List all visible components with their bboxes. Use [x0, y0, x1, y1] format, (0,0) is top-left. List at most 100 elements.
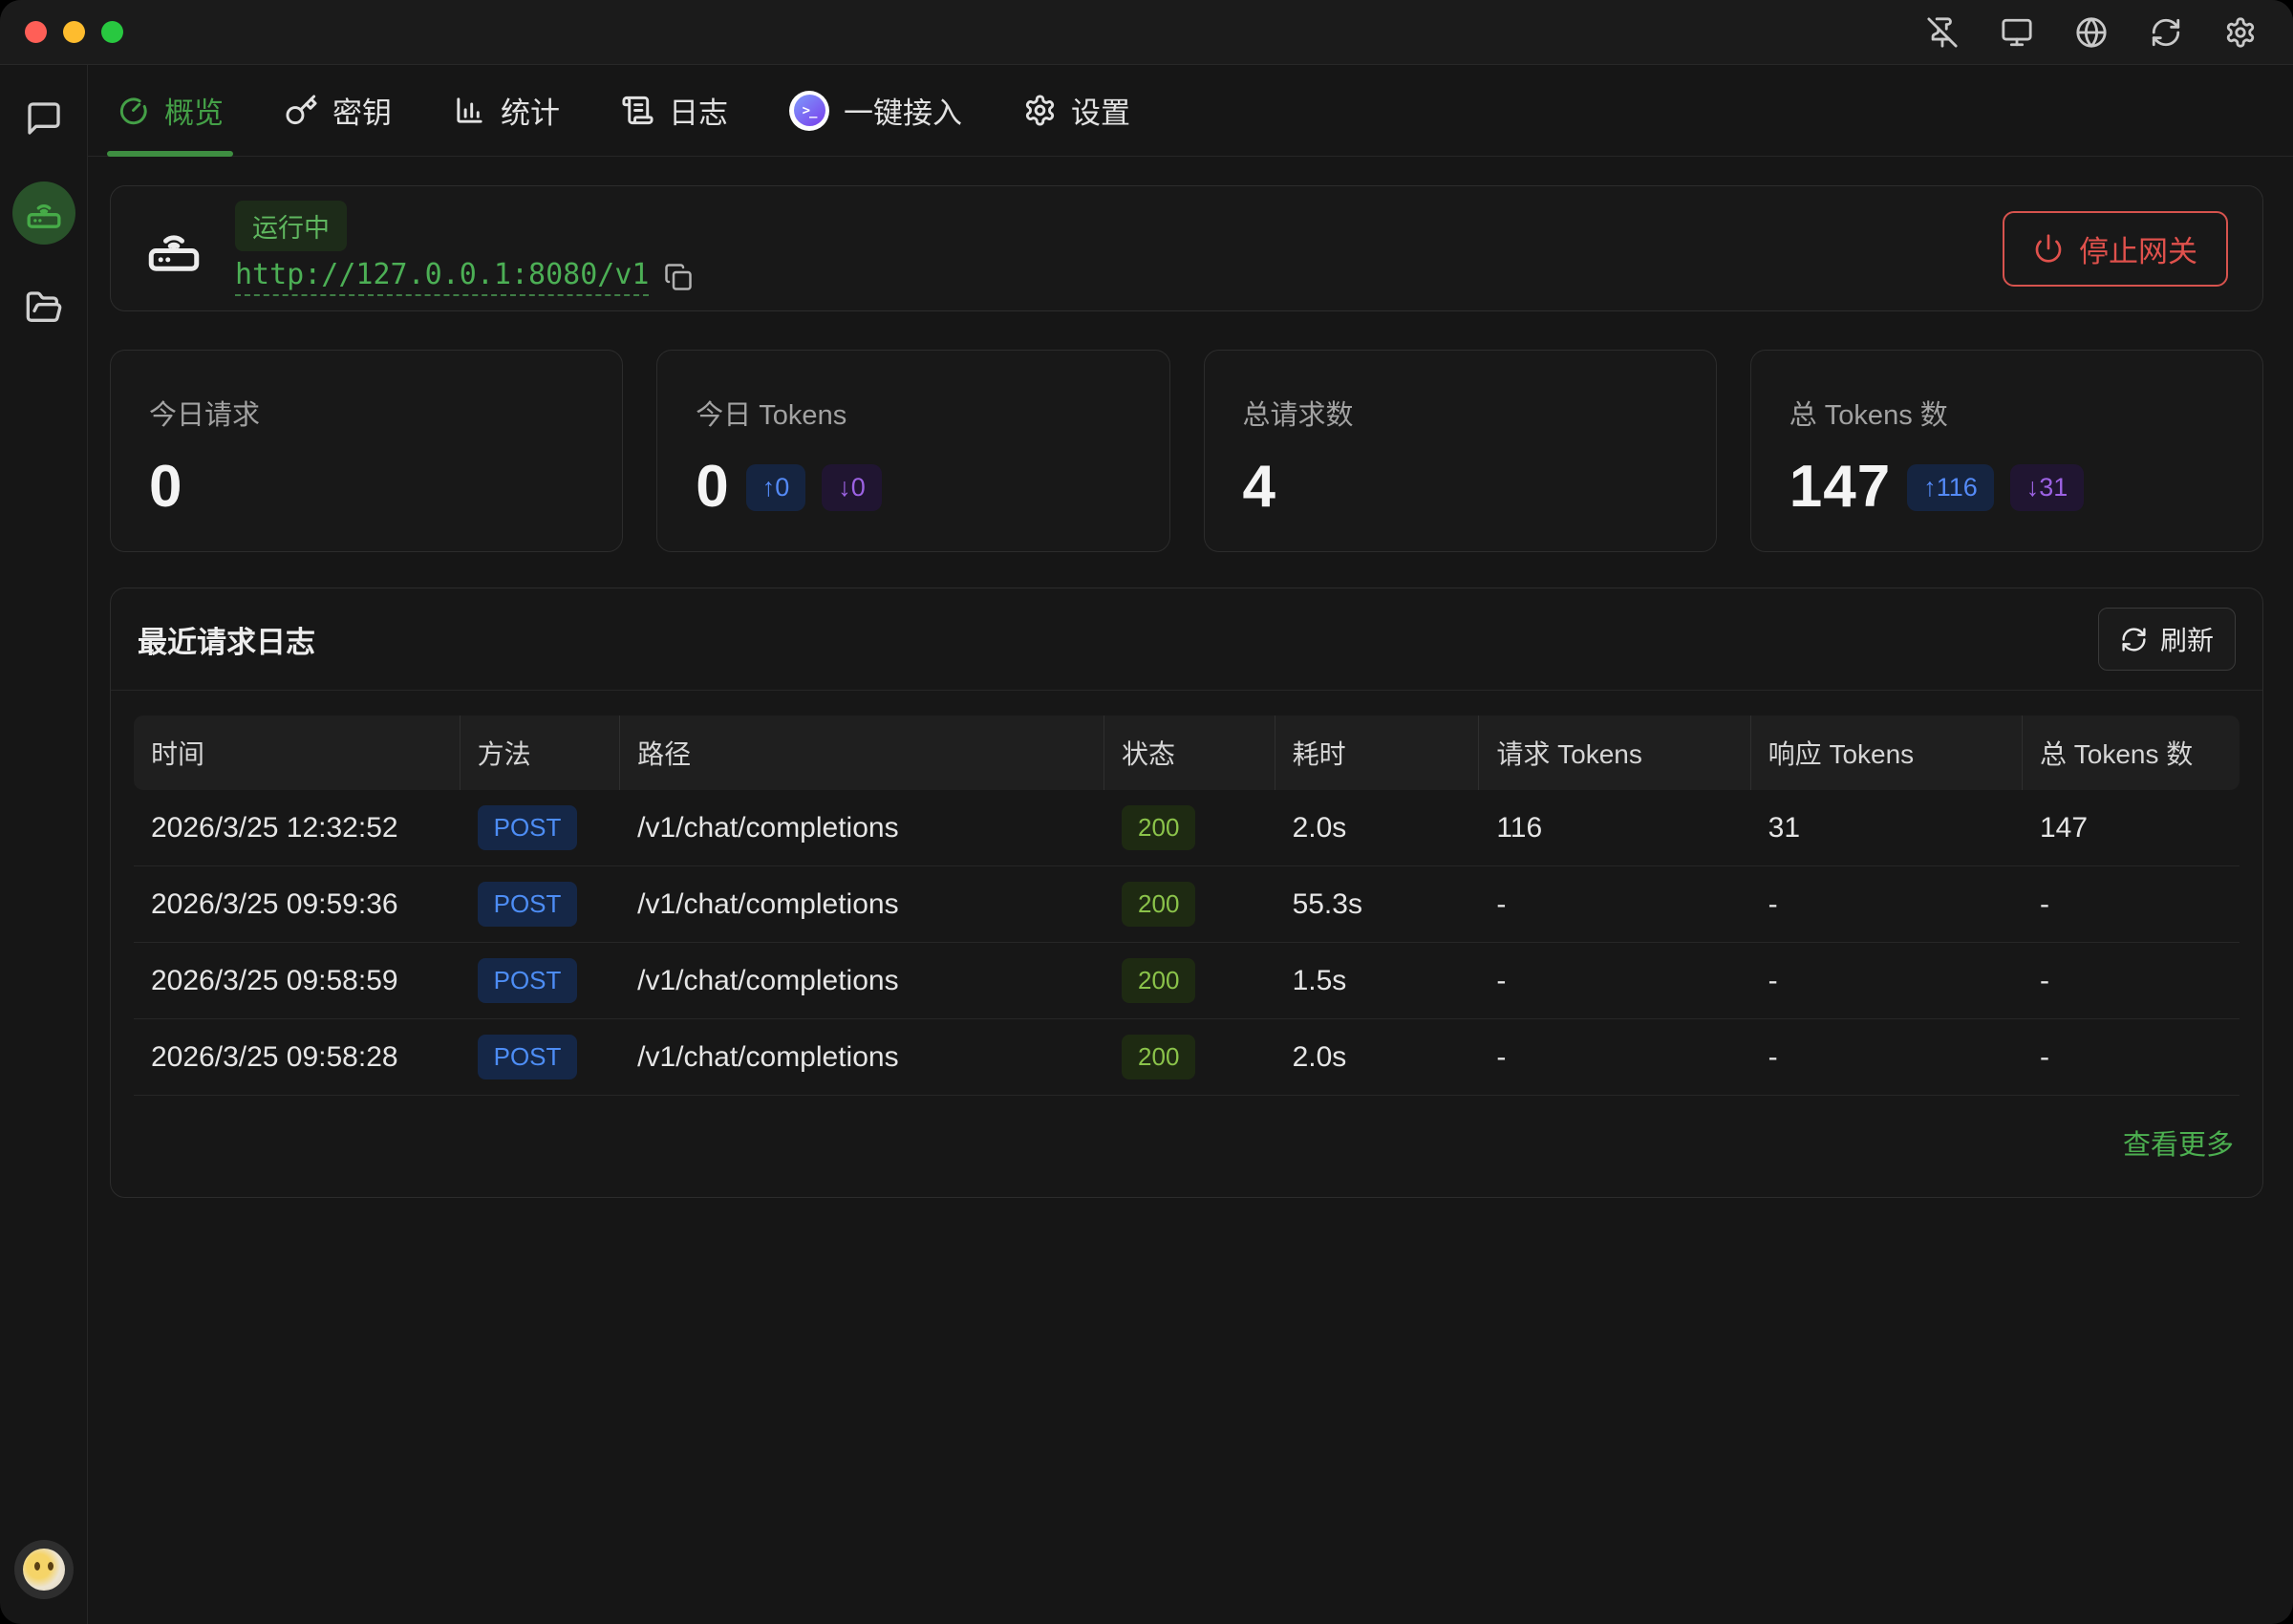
- settings-icon[interactable]: [2224, 16, 2257, 49]
- table-row[interactable]: 2026/3/25 09:59:36POST/v1/chat/completio…: [134, 866, 2239, 943]
- method-badge: POST: [478, 882, 578, 927]
- tab-一键接入[interactable]: >_ 一键接入: [780, 65, 972, 156]
- stat-label: 今日请求: [149, 393, 584, 433]
- cell-duration: 2.0s: [1275, 812, 1480, 844]
- gateway-url-link[interactable]: http://127.0.0.1:8080/v1: [235, 258, 649, 296]
- face-in-clouds-emoji-icon: [23, 1549, 65, 1591]
- page-content: 运行中 http://127.0.0.1:8080/v1 停止网关 今日: [88, 157, 2293, 1624]
- copy-url-icon[interactable]: [664, 263, 693, 291]
- cell-resp-tokens: -: [1751, 965, 2023, 997]
- recent-logs-panel: 最近请求日志 刷新 时间方法路径状态耗时请求 Tokens响应 Tokens总 …: [110, 588, 2263, 1198]
- tab-label: 日志: [669, 89, 728, 132]
- tokens-up-badge: ↑0: [746, 464, 806, 511]
- stat-label: 今日 Tokens: [696, 393, 1130, 433]
- stop-gateway-button[interactable]: 停止网关: [2003, 211, 2228, 287]
- cell-status: 200: [1104, 958, 1275, 1003]
- column-header: 状态: [1104, 716, 1275, 790]
- tokens-up-badge: ↑116: [1907, 464, 1994, 511]
- close-window-button[interactable]: [25, 21, 47, 43]
- view-more-link[interactable]: 查看更多: [2123, 1122, 2234, 1163]
- globe-icon[interactable]: [2075, 16, 2108, 49]
- cell-duration: 1.5s: [1275, 965, 1480, 997]
- method-badge: POST: [478, 805, 578, 850]
- cell-method: POST: [461, 882, 621, 927]
- stat-value: 4: [1243, 458, 1276, 517]
- titlebar: [0, 0, 2293, 65]
- router-icon: [145, 220, 203, 277]
- tokens-down-badge: ↓0: [822, 464, 882, 511]
- gauge-icon: [117, 94, 150, 127]
- column-header: 响应 Tokens: [1751, 716, 2023, 790]
- cell-req-tokens: 116: [1479, 812, 1750, 844]
- cell-method: POST: [461, 958, 621, 1003]
- cell-method: POST: [461, 805, 621, 850]
- cell-duration: 55.3s: [1275, 888, 1480, 921]
- cell-resp-tokens: 31: [1751, 812, 2023, 844]
- status-badge: 200: [1122, 1035, 1195, 1079]
- pin-off-icon[interactable]: [1926, 16, 1959, 49]
- cell-req-tokens: -: [1479, 965, 1750, 997]
- scroll-icon: [621, 94, 654, 127]
- logs-table: 时间方法路径状态耗时请求 Tokens响应 Tokens总 Tokens 数 2…: [111, 691, 2262, 1096]
- table-row[interactable]: 2026/3/25 09:58:28 POST/v1/chat/completio…: [134, 1019, 2239, 1096]
- folder-icon: [25, 288, 63, 327]
- logs-table-header: 时间方法路径状态耗时请求 Tokens响应 Tokens总 Tokens 数: [134, 716, 2239, 790]
- stat-value: 147: [1789, 458, 1891, 517]
- stat-card-today-tokens: 今日 Tokens 0 ↑0 ↓0: [656, 350, 1169, 552]
- refresh-icon[interactable]: [2150, 16, 2182, 49]
- sidebar-item-gateway-nav[interactable]: [12, 182, 75, 245]
- gateway-status-card: 运行中 http://127.0.0.1:8080/v1 停止网关: [110, 185, 2263, 311]
- refresh-icon: [2120, 626, 2148, 653]
- app-window: 概览密钥 统计 日志 >_ 一键接入 设置 运行中 http://127.0.0.1:80…: [0, 0, 2293, 1624]
- stat-card-today-requests: 今日请求 0: [110, 350, 623, 552]
- tab-设置[interactable]: 设置: [1014, 65, 1140, 156]
- power-icon: [2033, 233, 2064, 264]
- column-header: 方法: [461, 716, 621, 790]
- method-badge: POST: [478, 1035, 578, 1079]
- chat-icon: [25, 99, 63, 138]
- column-header: 路径: [620, 716, 1104, 790]
- tab-label: 一键接入: [844, 89, 962, 132]
- sidebar-item-chat-nav[interactable]: [25, 99, 63, 138]
- sidebar-item-files-nav[interactable]: [25, 288, 63, 327]
- tab-概览[interactable]: 概览: [107, 65, 233, 156]
- logs-panel-title: 最近请求日志: [138, 618, 315, 661]
- terminal-logo-icon: >_: [789, 91, 829, 131]
- tab-统计[interactable]: 统计: [443, 65, 569, 156]
- column-header: 总 Tokens 数: [2023, 716, 2239, 790]
- cell-time: 2026/3/25 09:59:36: [134, 888, 461, 921]
- cell-resp-tokens: -: [1751, 888, 2023, 921]
- monitor-icon[interactable]: [2001, 16, 2033, 49]
- cell-status: 200: [1104, 882, 1275, 927]
- column-header: 请求 Tokens: [1479, 716, 1750, 790]
- traffic-lights: [25, 21, 123, 43]
- zoom-window-button[interactable]: [101, 21, 123, 43]
- cell-status: 200: [1104, 1035, 1275, 1079]
- tabbar: 概览密钥 统计 日志 >_ 一键接入 设置: [88, 65, 2293, 157]
- cell-req-tokens: -: [1479, 1041, 1750, 1074]
- tab-密钥[interactable]: 密钥: [275, 65, 401, 156]
- column-header: 时间: [134, 716, 461, 790]
- key-icon: [285, 94, 318, 127]
- stat-label: 总请求数: [1243, 393, 1678, 433]
- tab-label: 统计: [501, 89, 560, 132]
- status-badge: 200: [1122, 882, 1195, 927]
- router-icon: [25, 194, 63, 232]
- cell-path: /v1/chat/completions: [620, 1041, 1104, 1074]
- column-header: 耗时: [1275, 716, 1480, 790]
- stat-value: 0: [149, 458, 182, 517]
- refresh-label: 刷新: [2160, 620, 2214, 658]
- avatar[interactable]: [14, 1540, 74, 1599]
- cell-method: POST: [461, 1035, 621, 1079]
- table-row[interactable]: 2026/3/25 09:58:59POST/v1/chat/completio…: [134, 943, 2239, 1019]
- cell-duration: 2.0s: [1275, 1041, 1480, 1074]
- cell-req-tokens: -: [1479, 888, 1750, 921]
- minimize-window-button[interactable]: [63, 21, 85, 43]
- refresh-logs-button[interactable]: 刷新: [2098, 608, 2236, 671]
- cell-total-tokens: 147: [2023, 812, 2239, 844]
- table-row[interactable]: 2026/3/25 12:32:52POST/v1/chat/completio…: [134, 790, 2239, 866]
- cell-time: 2026/3/25 09:58:28: [134, 1041, 461, 1074]
- stop-gateway-label: 停止网关: [2079, 227, 2197, 270]
- stats-row: 今日请求 0 今日 Tokens 0 ↑0 ↓0: [110, 350, 2263, 552]
- tab-日志[interactable]: 日志: [611, 65, 738, 156]
